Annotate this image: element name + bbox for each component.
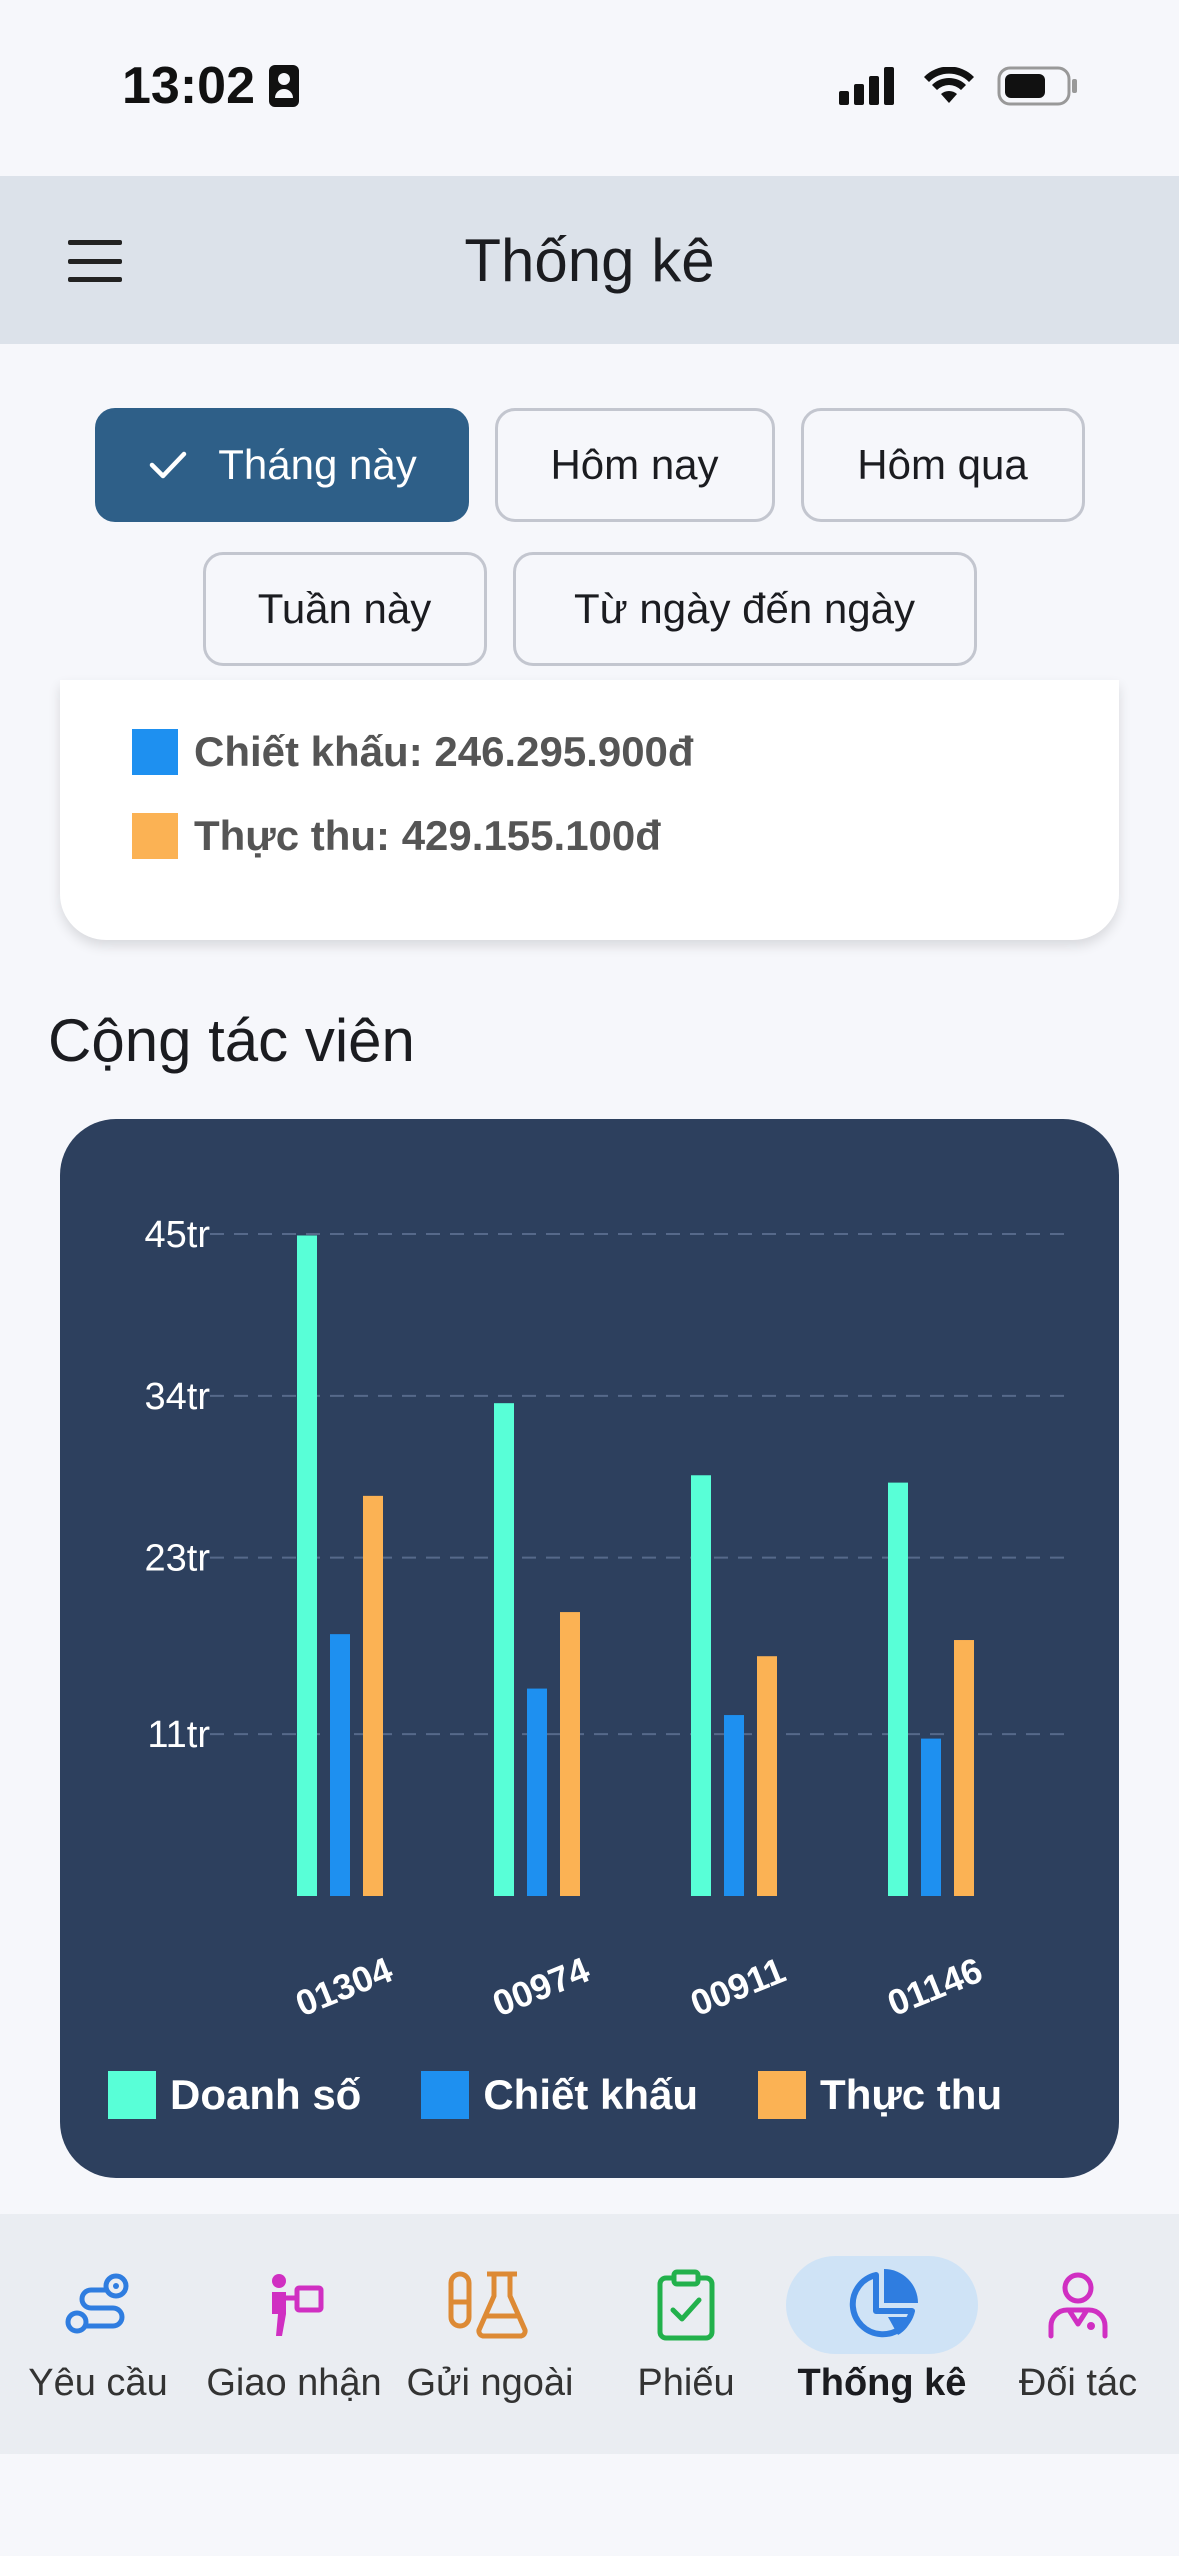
nav-icon-wrap [590,2256,782,2354]
app-bar: Thống kê [0,176,1179,344]
bar-revenue [297,1235,317,1896]
filter-chip-label: Tuần này [257,585,432,632]
nav-item-requests[interactable]: Yêu cầu [0,2214,196,2454]
delivery-person-icon [272,2274,324,2336]
legend-swatch-actual [758,2071,807,2119]
x-tick-label: 01146 [882,1949,988,2024]
status-icons [839,66,1079,106]
nav-icon-wrap [198,2256,390,2354]
bar-actual [363,1495,383,1896]
filter-chip-this-month[interactable]: Tháng này [94,408,469,522]
bar-revenue [494,1403,514,1896]
clock-text: 13:02 [122,57,255,115]
collaborator-chart-card: 45tr 34tr 23tr 11tr 01304 00974 00911 01146 Doa… [60,1119,1119,2178]
filter-chip-today[interactable]: Hôm nay [494,408,775,522]
status-time: 13:02 [122,56,299,116]
bar-revenue [888,1482,908,1896]
bar-revenue [691,1475,711,1896]
nav-item-send-out[interactable]: Gửi ngoài [392,2214,588,2454]
legend-item-actual: Thực thu [758,2071,1002,2119]
summary-card: Chiết khấu: 246.295.900đ Thực thu: 429.1… [60,680,1119,940]
y-tick-label: 34tr [145,1376,211,1418]
bar-discount [921,1738,941,1896]
legend-swatch-discount [421,2071,470,2119]
status-bar: 13:02 [0,0,1179,176]
nav-icon-wrap [2,2256,194,2354]
partner-icon [1048,2272,1108,2339]
wifi-icon [924,67,974,103]
summary-discount-row: Chiết khấu: 246.295.900đ [132,728,694,776]
summary-actual-row: Thực thu: 429.155.100đ [132,812,661,860]
nav-item-delivery[interactable]: Giao nhận [196,2214,392,2454]
y-tick-label: 23tr [145,1538,211,1580]
legend-label: Chiết khấu [483,2071,699,2118]
filter-chip-label: Hôm qua [857,441,1028,488]
legend-label: Doanh số [170,2071,362,2118]
bottom-navigation: Yêu cầu Giao nhận Gửi ngoài Phiếu Thống … [0,2214,1179,2454]
discount-swatch [132,729,178,775]
filter-chip-label: Hôm nay [550,441,719,488]
cellular-signal-icon [839,67,894,105]
bar-discount [527,1688,547,1896]
x-tick-label: 00911 [685,1949,791,2024]
nav-item-partners[interactable]: Đối tác [980,2214,1176,2454]
y-tick-label: 45tr [145,1214,211,1256]
legend-swatch-revenue [108,2071,156,2119]
filter-chips-row-2: Tuần này Từ ngày đến ngày [0,552,1179,666]
bar-discount [330,1634,350,1896]
route-icon [65,2273,129,2334]
nav-icon-wrap [786,2256,978,2354]
nav-icon-wrap [394,2256,586,2354]
chart-legend: Doanh số Chiết khấu Thực thu [108,2071,1002,2119]
pie-chart-icon [849,2269,918,2338]
lab-flask-icon [448,2271,528,2339]
nav-item-tickets[interactable]: Phiếu [588,2214,784,2454]
contact-card-icon [269,65,299,107]
home-indicator-area [0,2454,1179,2556]
nav-item-statistics[interactable]: Thống kê [784,2214,980,2454]
filter-chip-label: Tháng này [218,441,417,488]
actual-swatch [132,813,178,859]
bar-actual [560,1612,580,1896]
bar-chart: 45tr 34tr 23tr 11tr 01304 00974 00911 01146 [145,1214,1072,2025]
nav-label: Đối tác [1018,2362,1138,2404]
section-title: Cộng tác viên [48,1007,415,1074]
x-tick-label: 00974 [487,1949,595,2025]
battery-icon [997,66,1077,106]
filter-chip-date-range[interactable]: Từ ngày đến ngày [512,552,977,666]
check-icon [150,451,187,479]
bar-actual [757,1656,777,1896]
summary-discount-text: Chiết khấu: 246.295.900đ [194,728,694,775]
bar-actual [954,1640,974,1896]
clipboard-check-icon [657,2269,715,2341]
nav-icon-wrap [982,2256,1174,2354]
filter-chips-row-1: Tháng này Hôm nay Hôm qua [0,408,1179,522]
filter-chip-this-week[interactable]: Tuần này [202,552,487,666]
x-tick-label: 01304 [290,1949,398,2025]
bar-discount [724,1715,744,1896]
filter-chip-yesterday[interactable]: Hôm qua [800,408,1085,522]
legend-item-discount: Chiết khấu [421,2071,698,2119]
filter-chip-label: Từ ngày đến ngày [573,585,915,632]
y-tick-label: 11tr [147,1714,210,1756]
legend-item-revenue: Doanh số [108,2071,361,2119]
page-title: Thống kê [464,227,715,294]
summary-actual-text: Thực thu: 429.155.100đ [194,812,661,859]
legend-label: Thực thu [820,2071,1003,2118]
